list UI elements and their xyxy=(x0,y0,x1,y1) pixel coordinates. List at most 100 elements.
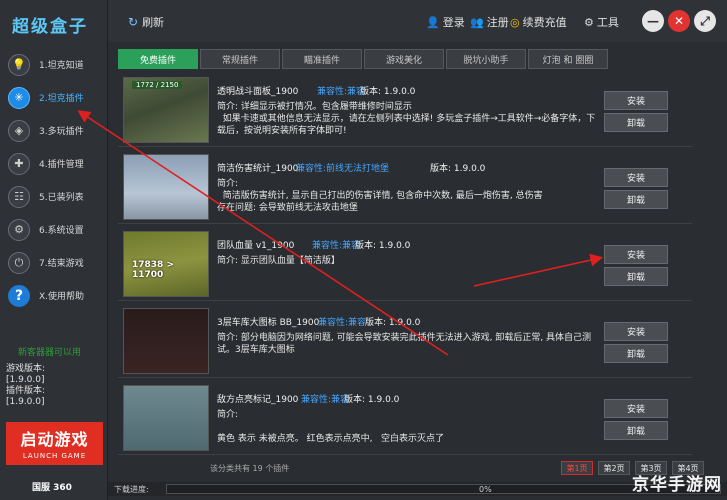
launch-game-sublabel: LAUNCH GAME xyxy=(22,452,87,460)
install-button[interactable]: 安装 xyxy=(604,245,668,264)
plugin-compat: 兼容性:兼容 xyxy=(312,238,360,251)
help-icon: ? xyxy=(8,284,30,307)
sidebar-item-3[interactable]: ◈ 3.多玩插件 xyxy=(0,114,107,147)
sidebar-item-label: X.使用帮助 xyxy=(39,292,85,302)
plugin-name: 3层车库大图标 BB_1900 xyxy=(217,318,320,328)
plugin-description: 简介: 黄色 表示 未被点亮。 红色表示点亮中, 空白表示灭点了 xyxy=(217,410,445,444)
progress-percent: 0% xyxy=(479,485,492,494)
top-bar: ↻ 刷新 👤 登录 👥 注册 ◎ 续费充值 ⚙ 工具 — ✕ ⤢ xyxy=(108,0,727,42)
app-logo: 超级盒子 xyxy=(12,16,88,37)
plugin-description: 简介: 显示团队血量【简洁版】 xyxy=(217,256,340,266)
tab-3[interactable]: 瞄准插件 xyxy=(282,49,362,69)
refresh-button[interactable]: ↻ 刷新 xyxy=(128,14,164,30)
sidebar-item-label: 1.坦克知道 xyxy=(39,61,84,71)
watermark: 京华手游网 xyxy=(632,475,722,495)
sidebar-item-label: 4.插件管理 xyxy=(39,160,84,170)
category-tabs: 免费插件 常规插件 瞄准插件 游戏美化 脱坑小助手 灯泡 和 圈圈 xyxy=(118,49,610,69)
close-button[interactable]: ✕ xyxy=(668,10,690,32)
progress-label: 下载进度: xyxy=(114,485,149,494)
sidebar-item-4[interactable]: ✚ 4.插件管理 xyxy=(0,147,107,180)
sidebar-item-5[interactable]: ☷ 5.已装列表 xyxy=(0,180,107,213)
sidebar-item-label: 2.坦克插件 xyxy=(39,94,84,104)
plugin-compat: 兼容性:兼容 xyxy=(301,392,349,405)
thumbnail-caption: 1772 / 2150 xyxy=(132,81,183,89)
lightbulb-icon: 💡 xyxy=(8,53,30,76)
tab-6[interactable]: 灯泡 和 圈圈 xyxy=(528,49,608,69)
sidebar-item-8[interactable]: ? X.使用帮助 xyxy=(0,279,107,312)
plugin-thumbnail xyxy=(123,385,209,451)
plugin-version-value: [1.9.0.0] xyxy=(6,397,45,407)
compat-label: 兼容性: xyxy=(301,395,332,405)
uninstall-button[interactable]: 卸载 xyxy=(604,113,668,132)
plugin-version: 版本: 1.9.0.0 xyxy=(344,395,400,405)
sidebar-item-6[interactable]: ⚙ 6.系统设置 xyxy=(0,213,107,246)
plugin-version-label: 插件版本: xyxy=(6,386,46,396)
sidebar-hint: 新客器器可以用 xyxy=(18,348,82,358)
install-button[interactable]: 安装 xyxy=(604,399,668,418)
sidebar-item-2[interactable]: ✳ 2.坦克插件 xyxy=(0,81,107,114)
plugin-compat: 兼容性:兼容 xyxy=(317,84,365,97)
coin-icon: ◎ xyxy=(510,15,520,29)
plugin-count-summary: 该分类共有 19 个插件 xyxy=(210,464,290,473)
gear-icon: ⚙ xyxy=(8,218,30,241)
minimize-icon: — xyxy=(647,14,659,28)
sidebar-item-label: 7.结束游戏 xyxy=(39,259,84,269)
tab-5[interactable]: 脱坑小助手 xyxy=(446,49,526,69)
plugin-version: 版本: 1.9.0.0 xyxy=(355,241,411,251)
sidebar-item-1[interactable]: 💡 1.坦克知道 xyxy=(0,48,107,81)
close-icon: ✕ xyxy=(673,14,685,28)
plugin-description: 简介: 部分电脑因为网络问题, 可能会导致安装完此插件无法进入游戏, 卸载后正常… xyxy=(217,333,592,355)
tools-link[interactable]: ⚙ 工具 xyxy=(584,14,619,30)
tab-2[interactable]: 常规插件 xyxy=(200,49,280,69)
login-link[interactable]: 👤 登录 xyxy=(426,14,465,30)
page-button-2[interactable]: 第2页 xyxy=(598,461,630,475)
recharge-link[interactable]: ◎ 续费充值 xyxy=(510,14,567,30)
user-icon: 👤 xyxy=(426,15,440,29)
uninstall-button[interactable]: 卸载 xyxy=(604,190,668,209)
register-link[interactable]: 👥 注册 xyxy=(470,14,509,30)
gear-icon: ⚙ xyxy=(584,15,594,29)
page-button-1[interactable]: 第1页 xyxy=(561,461,593,475)
power-icon: ⏻ xyxy=(8,251,30,274)
plugin-description: 简介: 详细显示被打情况。包含履带维修时间显示 如果卡速或其他信息无法显示，请在… xyxy=(217,102,596,136)
install-button[interactable]: 安装 xyxy=(604,322,668,341)
plugin-version: 版本: 1.9.0.0 xyxy=(430,164,486,174)
compat-label: 兼容性: xyxy=(296,164,327,174)
tab-1[interactable]: 免费插件 xyxy=(118,49,198,69)
compat-value: 前线无法打地堡 xyxy=(326,164,390,174)
plugin-row: 17838 > 11700 团队血量 v1_1900 兼容性:兼容 版本: 1.9.0… xyxy=(118,226,692,301)
sidebar-item-7[interactable]: ⏻ 7.结束游戏 xyxy=(0,246,107,279)
plugin-description: 简介: 简洁版伤害统计, 显示自己打出的伤害详情, 包含命中次数, 最后一炮伤害… xyxy=(217,179,543,213)
sidebar-item-label: 6.系统设置 xyxy=(39,226,84,236)
maximize-button[interactable]: ⤢ xyxy=(694,10,716,32)
plugin-thumbnail xyxy=(123,308,209,374)
plugin-name: 敌方点亮标记_1900 xyxy=(217,395,299,405)
uninstall-button[interactable]: 卸载 xyxy=(604,344,668,363)
minimize-button[interactable]: — xyxy=(642,10,664,32)
plugin-thumbnail: 17838 > 11700 xyxy=(123,231,209,297)
refresh-icon: ↻ xyxy=(128,15,139,29)
login-label: 登录 xyxy=(442,16,465,29)
puzzle-icon: ✚ xyxy=(8,152,30,175)
plugin-thumbnail: 1772 / 2150 xyxy=(123,77,209,143)
compat-label: 兼容性: xyxy=(312,241,343,251)
sidebar: 超级盒子 💡 1.坦克知道 ✳ 2.坦克插件 ◈ 3.多玩插件 ✚ 4.插件管理 ☷ 5.已装列表… xyxy=(0,0,108,500)
install-button[interactable]: 安装 xyxy=(604,168,668,187)
sidebar-item-label: 5.已装列表 xyxy=(39,193,84,203)
plugin-compat: 兼容性:前线无法打地堡 xyxy=(296,161,389,174)
game-version-label: 游戏版本: xyxy=(6,364,46,374)
plugin-row: 3层车库大图标 BB_1900 兼容性:兼容 版本: 1.9.0.0 简介: 部分电脑… xyxy=(118,303,692,378)
recharge-label: 续费充值 xyxy=(522,16,567,29)
maximize-icon: ⤢ xyxy=(700,13,710,28)
plugin-compat: 兼容性:兼容 xyxy=(318,315,366,328)
thumbnail-caption: 17838 > 11700 xyxy=(132,260,174,280)
plugin-version: 版本: 1.9.0.0 xyxy=(365,318,421,328)
install-button[interactable]: 安装 xyxy=(604,91,668,110)
launch-game-button[interactable]: 启动游戏 LAUNCH GAME xyxy=(6,422,103,465)
tab-4[interactable]: 游戏美化 xyxy=(364,49,444,69)
uninstall-button[interactable]: 卸载 xyxy=(604,267,668,286)
plugin-version: 版本: 1.9.0.0 xyxy=(360,87,416,97)
launch-game-label: 启动游戏 xyxy=(20,430,89,449)
tools-label: 工具 xyxy=(596,16,619,29)
uninstall-button[interactable]: 卸载 xyxy=(604,421,668,440)
